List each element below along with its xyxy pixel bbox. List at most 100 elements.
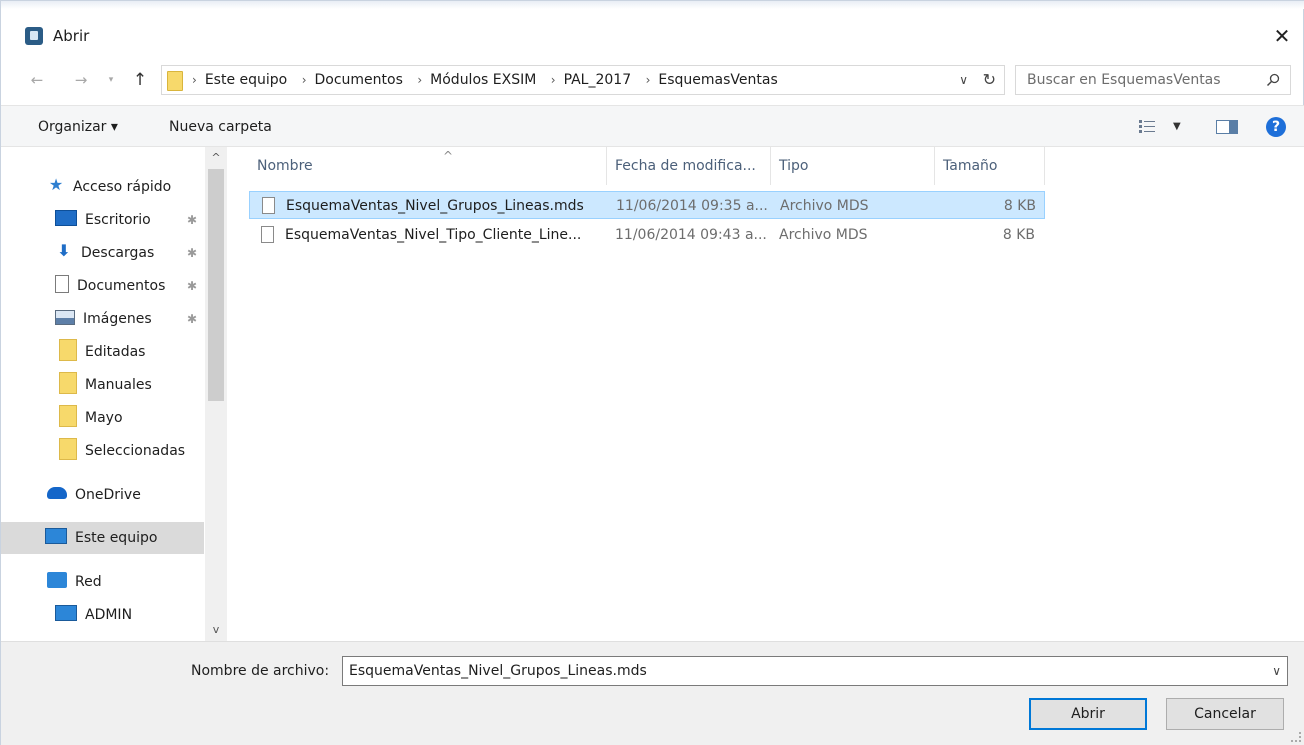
desktop-icon (55, 210, 77, 226)
scroll-down-icon[interactable]: v (205, 621, 227, 639)
breadcrumb-separator[interactable]: › (417, 73, 422, 87)
sidebar-item-label: Imágenes (83, 311, 152, 327)
search-input[interactable]: Buscar en EsquemasVentas (1015, 65, 1291, 95)
breadcrumb-separator[interactable]: › (551, 73, 556, 87)
folder-icon (59, 405, 77, 427)
sidebar-item-mayo[interactable]: Mayo (59, 402, 123, 434)
close-icon: ✕ (1273, 24, 1291, 48)
navigation-pane-scrollbar[interactable]: ^ v (205, 147, 227, 641)
column-header-date[interactable]: Fecha de modifica... (607, 147, 771, 185)
file-list: Nombre ^ Fecha de modifica... Tipo Tamañ… (227, 147, 1304, 641)
breadcrumb: › Este equipo › Documentos › Módulos EXSIM … (192, 66, 788, 94)
up-button[interactable]: ↑ (129, 68, 151, 92)
breadcrumb-separator[interactable]: › (302, 73, 307, 87)
address-bar[interactable]: › Este equipo › Documentos › Módulos EXSIM … (161, 65, 1005, 95)
navigation-pane: ★ Acceso rápido Escritorio ✱ ⬇ Descargas ✱… (1, 147, 227, 641)
sidebar-item-manuales[interactable]: Manuales (59, 369, 152, 401)
filename-value: EsquemaVentas_Nivel_Grupos_Lineas.mds (349, 663, 647, 679)
sidebar-item-label: Seleccionadas (85, 443, 186, 459)
breadcrumb-documentos[interactable]: Documentos (315, 72, 403, 88)
sidebar-item-admin[interactable]: ADMIN (55, 599, 132, 631)
cloud-icon (47, 487, 67, 499)
sidebar-item-label: Editadas (85, 344, 146, 360)
close-button[interactable]: ✕ (1259, 19, 1304, 53)
breadcrumb-esquemasventas[interactable]: EsquemasVentas (658, 72, 777, 88)
file-name: EsquemaVentas_Nivel_Tipo_Cliente_Line... (285, 227, 582, 243)
pin-icon[interactable]: ✱ (187, 270, 197, 302)
window-top-edge (1, 1, 1304, 9)
sidebar-item-label: ADMIN (85, 607, 133, 623)
sidebar-item-descargas[interactable]: ⬇ Descargas ✱ (55, 237, 205, 269)
chevron-down-icon[interactable]: ∨ (1272, 657, 1281, 685)
table-row[interactable]: EsquemaVentas_Nivel_Tipo_Cliente_Line...… (249, 221, 1045, 249)
column-header-type[interactable]: Tipo (771, 147, 935, 185)
document-icon (55, 275, 69, 293)
sidebar-item-acceso-rapido[interactable]: ★ Acceso rápido (47, 171, 171, 203)
column-header-label: Nombre (257, 158, 313, 174)
app-icon (25, 27, 43, 45)
folder-icon (59, 372, 77, 394)
resize-grip-icon[interactable] (1291, 732, 1301, 742)
preview-pane-icon[interactable] (1216, 120, 1238, 134)
scroll-up-icon[interactable]: ^ (205, 149, 227, 167)
search-placeholder: Buscar en EsquemasVentas (1027, 72, 1221, 88)
computer-icon (55, 605, 77, 621)
sidebar-item-label: Mayo (85, 410, 123, 426)
sort-ascending-icon: ^ (443, 149, 454, 163)
scrollbar-thumb[interactable] (208, 169, 224, 401)
sidebar-item-documentos[interactable]: Documentos ✱ (55, 270, 205, 302)
breadcrumb-pal-2017[interactable]: PAL_2017 (564, 72, 632, 88)
view-options-dropdown[interactable]: ▼ (1173, 106, 1181, 148)
sidebar-item-onedrive[interactable]: OneDrive (47, 479, 141, 511)
pin-icon[interactable]: ✱ (187, 237, 197, 269)
help-icon[interactable]: ? (1266, 117, 1286, 137)
sidebar-item-escritorio[interactable]: Escritorio ✱ (55, 204, 205, 236)
file-type: Archivo MDS (779, 227, 868, 243)
organize-button[interactable]: Organizar ▾ (38, 106, 118, 148)
pin-icon[interactable]: ✱ (187, 204, 197, 236)
sidebar-item-editadas[interactable]: Editadas (59, 336, 145, 368)
computer-icon (45, 528, 67, 544)
back-arrow-icon: ← (30, 71, 44, 89)
address-dropdown-icon[interactable]: ∨ (959, 66, 968, 94)
sidebar-item-label: Red (75, 574, 102, 590)
star-icon: ★ (48, 175, 64, 194)
column-header-name[interactable]: Nombre ^ (249, 147, 607, 185)
recent-locations-button[interactable]: ▾ (103, 68, 119, 92)
pin-icon[interactable]: ✱ (187, 303, 197, 335)
breadcrumb-modulos-exsim[interactable]: Módulos EXSIM (430, 72, 536, 88)
open-file-dialog: Abrir ✕ ← → ▾ ↑ › Este equipo › Documentos… (0, 0, 1304, 745)
sidebar-item-este-equipo[interactable]: Este equipo (1, 522, 204, 554)
sidebar-item-label: Manuales (85, 377, 152, 393)
column-header-size[interactable]: Tamaño (935, 147, 1045, 185)
breadcrumb-separator[interactable]: › (646, 73, 651, 87)
sidebar-item-label: Este equipo (75, 530, 158, 546)
new-folder-button[interactable]: Nueva carpeta (169, 106, 272, 148)
view-mode-icon[interactable] (1139, 120, 1155, 134)
forward-button[interactable]: → (71, 68, 91, 92)
table-row[interactable]: EsquemaVentas_Nivel_Grupos_Lineas.mds 11… (249, 191, 1045, 219)
sidebar-item-label: Documentos (77, 278, 166, 294)
sidebar-item-seleccionadas[interactable]: Seleccionadas (59, 435, 185, 467)
refresh-icon[interactable]: ↻ (983, 66, 996, 94)
cancel-button[interactable]: Cancelar (1166, 698, 1284, 730)
open-button[interactable]: Abrir (1029, 698, 1147, 730)
sidebar-item-label: Acceso rápido (73, 179, 172, 195)
breadcrumb-este-equipo[interactable]: Este equipo (205, 72, 287, 88)
column-header-label: Fecha de modifica... (615, 158, 756, 174)
folder-icon (59, 438, 77, 460)
sidebar-item-label: Descargas (81, 245, 155, 261)
sidebar-item-red[interactable]: Red (47, 566, 102, 598)
back-button[interactable]: ← (27, 68, 47, 92)
filename-field[interactable]: EsquemaVentas_Nivel_Grupos_Lineas.mds ∨ (342, 656, 1288, 686)
column-header-label: Tamaño (943, 158, 998, 174)
sidebar-item-imagenes[interactable]: Imágenes ✱ (55, 303, 205, 335)
file-name: EsquemaVentas_Nivel_Grupos_Lineas.mds (286, 198, 584, 214)
file-date: 11/06/2014 09:35 a... (616, 198, 768, 214)
folder-icon (167, 71, 183, 91)
file-type: Archivo MDS (780, 198, 869, 214)
sidebar-item-label: OneDrive (75, 487, 141, 503)
sidebar-item-label: Escritorio (85, 212, 151, 228)
file-size: 8 KB (1002, 227, 1035, 243)
image-icon (55, 309, 75, 325)
